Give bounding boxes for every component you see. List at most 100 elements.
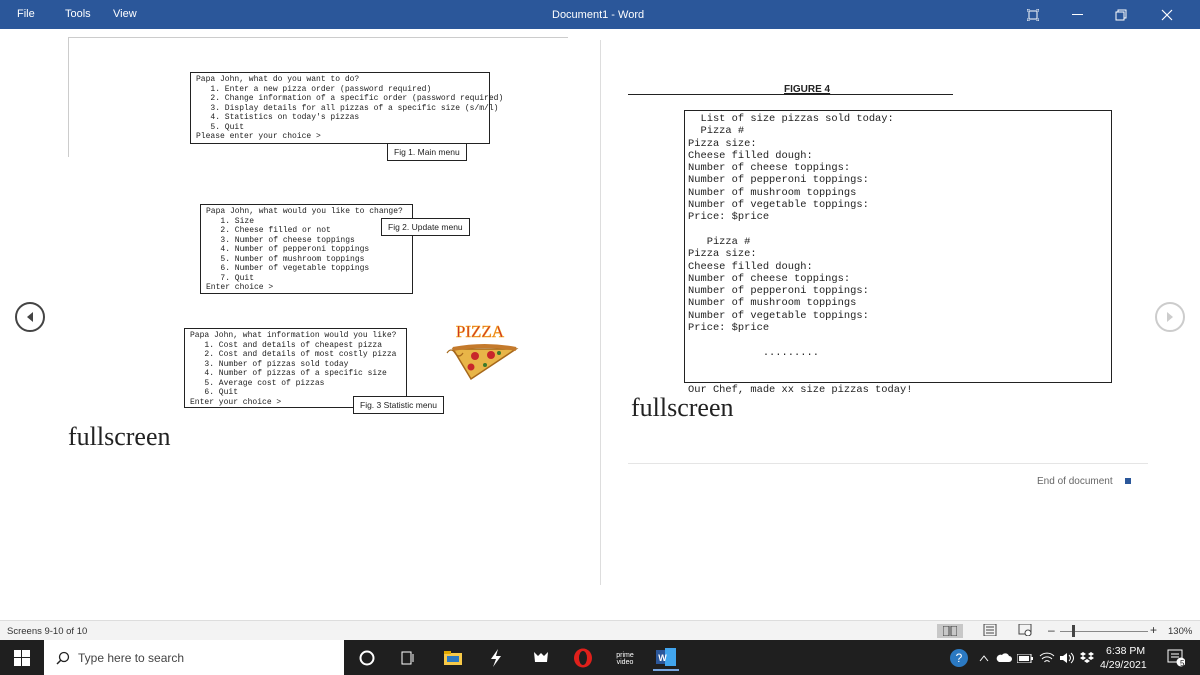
zoom-slider-thumb[interactable] <box>1072 625 1075 637</box>
statistic-menu-line: 3. Number of pizzas sold today <box>190 359 349 369</box>
figure-4-line <box>688 334 1108 346</box>
figure-4-line: Number of vegetable toppings: <box>688 309 869 322</box>
windows-start-icon[interactable] <box>9 645 35 671</box>
file-explorer-icon[interactable] <box>440 645 466 671</box>
screens-indicator: Screens 9-10 of 10 <box>7 626 88 637</box>
help-icon[interactable]: ? <box>946 645 972 671</box>
zoom-in-button[interactable]: + <box>1150 623 1157 637</box>
figure-4-line: List of size pizzas sold today: <box>688 113 894 125</box>
svg-text:prime: prime <box>616 652 634 659</box>
main-menu-line: 2. Change information of a specific orde… <box>196 94 504 103</box>
update-menu-line: 4. Number of pepperoni toppings <box>206 245 370 254</box>
update-menu-line: 6. Number of vegetable toppings <box>206 264 370 273</box>
figure-4-line: Number of mushroom toppings <box>688 297 857 310</box>
statistic-menu-line: 4. Number of pizzas of a specific size <box>190 369 387 378</box>
statistic-menu-line: 1. Cost and details of cheapest pizza <box>190 340 383 350</box>
right-fullscreen-text: fullscreen <box>631 393 734 422</box>
prime-video-icon[interactable]: prime video <box>612 645 638 671</box>
previous-page-button[interactable] <box>15 302 45 332</box>
figure-4-line: ......... <box>688 346 819 359</box>
zoom-out-button[interactable]: – <box>1048 624 1056 636</box>
figure-4-line: Our Chef, made xx size pizzas today! <box>688 383 913 396</box>
figure-4-line <box>688 371 1108 383</box>
figure-4-line: Number of mushroom toppings <box>688 186 857 199</box>
update-menu-line: Papa John, what would you like to change… <box>206 207 403 216</box>
dropbox-icon[interactable] <box>1074 645 1100 671</box>
close-icon[interactable] <box>1145 0 1189 29</box>
figure-4-line <box>688 224 1108 236</box>
end-of-document-marker <box>1125 478 1131 484</box>
figure-4-line: Number of pepperoni toppings: <box>688 174 869 187</box>
main-menu-box: Papa John, what do you want to do? 1. En… <box>190 72 504 144</box>
figure-4-title: FIGURE 4 <box>784 84 831 95</box>
figure-4-line: Number of vegetable toppings: <box>688 199 869 212</box>
read-mode-icon[interactable] <box>937 624 963 638</box>
main-menu-line: Papa John, what do you want to do? <box>196 75 360 84</box>
pizza-logo-text: PIZZA <box>456 322 505 341</box>
main-menu-line: Please enter your choice > <box>196 132 321 141</box>
word-app-icon[interactable]: W <box>653 645 679 671</box>
page-edge-left <box>68 37 69 157</box>
fig1-caption: Fig 1. Main menu <box>387 143 467 161</box>
clock-time[interactable]: 6:38 PM <box>1106 645 1145 657</box>
fullscreen-toggle-icon[interactable] <box>1011 0 1055 29</box>
title-bar: File Tools View Document1 - Word <box>0 0 1200 29</box>
figure-4-line: Pizza size: <box>688 137 757 150</box>
svg-text:?: ? <box>956 651 963 665</box>
update-menu-line: 1. Size <box>206 216 255 226</box>
figure-4-line: Pizza # <box>688 235 751 248</box>
next-page-button[interactable] <box>1155 302 1185 332</box>
main-menu-line: 1. Enter a new pizza order (password req… <box>196 84 432 94</box>
web-layout-icon[interactable] <box>1018 623 1034 638</box>
figure-4-line: Cheese filled dough: <box>688 149 813 162</box>
gaming-app-icon[interactable] <box>528 645 554 671</box>
taskbar: Type here to search prime video W ? 6:38… <box>0 640 1200 675</box>
update-menu-line: Enter choice > <box>206 283 274 292</box>
menu-file[interactable]: File <box>17 8 35 20</box>
cortana-icon[interactable] <box>354 645 380 671</box>
status-bar: Screens 9-10 of 10 – + 130% <box>0 620 1200 640</box>
update-menu-line: 7. Quit <box>206 273 255 283</box>
main-menu-line: 3. Display details for all pizzas of a s… <box>196 103 499 113</box>
fig3-caption: Fig. 3 Statistic menu <box>353 396 445 414</box>
main-menu-line: 5. Quit <box>196 122 245 132</box>
restore-icon[interactable] <box>1099 0 1143 29</box>
end-of-document-label: End of document <box>1037 476 1113 487</box>
task-view-icon[interactable] <box>395 645 421 671</box>
figure-4-line: Cheese filled dough: <box>688 260 813 273</box>
figure-4-line: Number of cheese toppings: <box>688 272 851 285</box>
page-edge-top <box>68 37 568 38</box>
figure-4-line: Price: $price <box>688 211 770 224</box>
update-menu-line: 3. Number of cheese toppings <box>206 235 355 245</box>
search-icon <box>56 651 70 665</box>
menu-tools[interactable]: Tools <box>65 8 91 20</box>
notifications-icon[interactable]: 5 <box>1163 645 1189 671</box>
opera-browser-icon[interactable] <box>570 645 596 671</box>
zoom-level[interactable]: 130% <box>1168 626 1192 637</box>
figure-4-line: Number of pepperoni toppings: <box>688 285 869 298</box>
figure-4-line: Pizza size: <box>688 248 757 261</box>
document-title: Document1 - Word <box>552 9 645 21</box>
clock-date[interactable]: 4/29/2021 <box>1100 659 1147 671</box>
statistic-menu-line: 2. Cost and details of most costly pizza <box>190 350 397 359</box>
taskbar-search[interactable]: Type here to search <box>44 640 344 675</box>
figure-4-box: List of size pizzas sold today: Pizza # P… <box>684 110 1112 396</box>
notification-count: 5 <box>1180 659 1185 668</box>
menu-view[interactable]: View <box>113 8 137 20</box>
winamp-icon[interactable] <box>483 645 509 671</box>
update-menu-line: 2. Cheese filled or not <box>206 226 331 235</box>
print-layout-icon[interactable] <box>983 623 999 638</box>
statistic-menu-line: Papa John, what information would you li… <box>190 331 397 340</box>
fig2-caption: Fig 2. Update menu <box>381 218 470 236</box>
figure-4-line: Price: $price <box>688 322 770 335</box>
left-fullscreen-text: fullscreen <box>68 422 171 451</box>
minimize-icon[interactable] <box>1055 0 1099 29</box>
figure-4-line <box>688 359 1108 371</box>
page-divider <box>600 40 601 585</box>
end-divider <box>628 463 1148 464</box>
search-placeholder: Type here to search <box>78 650 185 665</box>
update-menu-line: 5. Number of mushroom toppings <box>206 254 365 264</box>
svg-text:video: video <box>617 659 634 666</box>
svg-text:W: W <box>658 653 667 663</box>
figure-4-line: Number of cheese toppings: <box>688 162 851 175</box>
